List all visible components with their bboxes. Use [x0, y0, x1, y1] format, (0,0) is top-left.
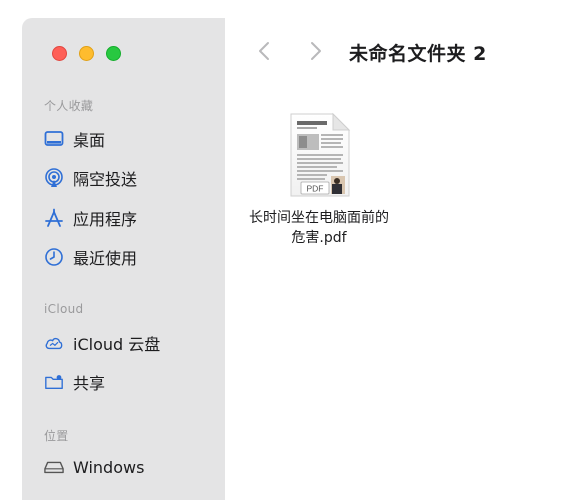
applications-icon: [44, 208, 64, 228]
sidebar-item-airdrop[interactable]: 隔空投送: [44, 165, 137, 191]
pdf-badge-text: PDF: [307, 184, 324, 194]
sidebar-item-label: iCloud 云盘: [73, 335, 161, 354]
folder-title: 未命名文件夹 2: [349, 43, 487, 65]
desktop-icon: [44, 129, 64, 149]
sidebar: 个人收藏 桌面 隔空投送 应用程序 最近使用 iCloud iCloud 云盘 …: [22, 18, 225, 500]
sidebar-item-shared[interactable]: 共享: [44, 369, 105, 395]
airdrop-icon: [44, 168, 64, 188]
sidebar-item-icloud-drive[interactable]: iCloud 云盘: [44, 330, 160, 356]
sidebar-item-windows-disk[interactable]: Windows: [44, 454, 144, 480]
back-button[interactable]: [254, 40, 274, 66]
sidebar-item-label: 共享: [73, 374, 106, 393]
file-name: 长时间坐在电脑面前的危害.pdf: [249, 210, 389, 246]
icloud-icon: [44, 333, 64, 353]
finder-screen: 个人收藏 桌面 隔空投送 应用程序 最近使用 iCloud iCloud 云盘 …: [0, 0, 566, 500]
sidebar-section-locations-title: 位置: [44, 429, 69, 443]
sidebar-item-label: 应用程序: [73, 210, 138, 229]
forward-button[interactable]: [306, 40, 326, 66]
sidebar-item-label: Windows: [73, 457, 145, 477]
sidebar-section-icloud-title: iCloud: [44, 302, 84, 316]
sidebar-item-recents[interactable]: 最近使用: [44, 244, 137, 270]
minimize-window-button[interactable]: [79, 46, 94, 61]
shared-folder-icon: [44, 372, 64, 392]
finder-window: 个人收藏 桌面 隔空投送 应用程序 最近使用 iCloud iCloud 云盘 …: [22, 18, 566, 500]
chevron-left-icon: [258, 41, 270, 65]
sidebar-item-label: 桌面: [73, 131, 106, 150]
sidebar-item-applications[interactable]: 应用程序: [44, 205, 137, 231]
pdf-document-icon: PDF: [290, 112, 351, 197]
zoom-window-button[interactable]: [106, 46, 121, 61]
file-item[interactable]: PDF 长时间坐在电脑面前的危害.pdf: [244, 112, 394, 248]
chevron-right-icon: [310, 41, 322, 65]
sidebar-item-desktop[interactable]: 桌面: [44, 126, 105, 152]
disk-icon: [44, 457, 64, 477]
sidebar-item-label: 最近使用: [73, 249, 138, 268]
sidebar-section-favorites-title: 个人收藏: [44, 99, 94, 113]
clock-icon: [44, 247, 64, 267]
close-window-button[interactable]: [52, 46, 67, 61]
sidebar-item-label: 隔空投送: [73, 170, 138, 189]
